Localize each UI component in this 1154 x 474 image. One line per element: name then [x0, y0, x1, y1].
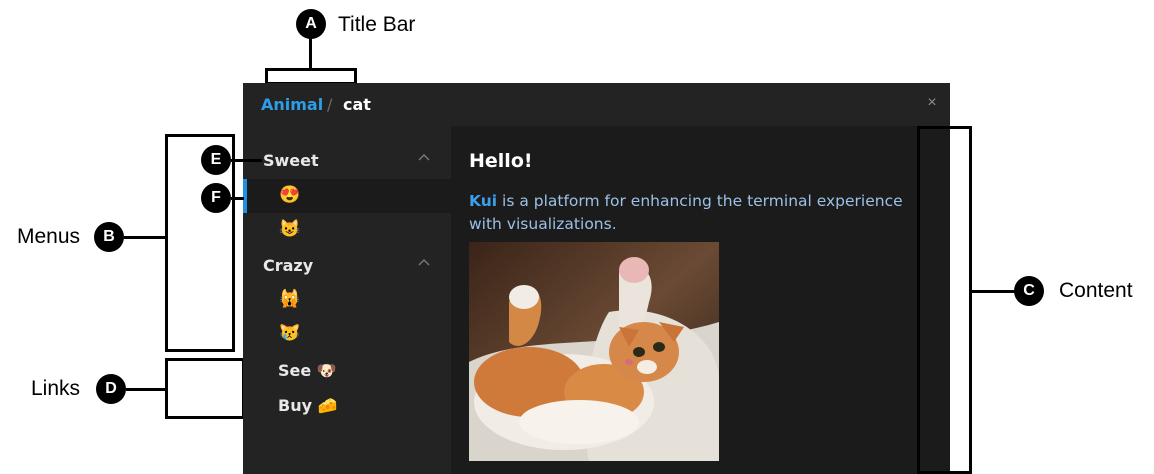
- annotation-label-menus: Menus: [17, 225, 81, 248]
- sidebar-menus: Sweet 😍 😺 Crazy 🙀 😿 See 🐶 Buy 🧀: [243, 126, 451, 474]
- annotation-connector-b: [124, 236, 167, 239]
- annotation-label-title-bar: Title Bar: [338, 13, 416, 36]
- link-buy[interactable]: Buy 🧀: [278, 396, 338, 422]
- annotation-badge-b: B: [94, 222, 124, 252]
- breadcrumb-root-link[interactable]: Animal: [261, 95, 323, 114]
- link-see-text: See: [278, 361, 312, 380]
- menu-group-label: Sweet: [263, 151, 319, 170]
- annotation-badge-c: C: [1014, 276, 1044, 306]
- annotation-connector-e: [231, 159, 262, 162]
- annotation-label-content: Content: [1059, 279, 1133, 302]
- annotation-box-links: [165, 358, 245, 419]
- menu-item-heart-eyes-cat[interactable]: 😍: [243, 179, 451, 213]
- annotation-badge-f: F: [201, 183, 231, 213]
- brand-name: Kui: [469, 192, 498, 210]
- menu-group-label: Crazy: [263, 256, 314, 275]
- chevron-up-icon: [418, 259, 430, 266]
- link-see[interactable]: See 🐶: [278, 361, 337, 387]
- annotation-connector-c: [970, 290, 1015, 293]
- menu-group-sweet[interactable]: Sweet: [263, 147, 431, 173]
- annotation-badge-e: E: [201, 145, 231, 175]
- annotation-connector-d: [126, 388, 167, 391]
- breadcrumb-current: cat: [343, 95, 371, 114]
- title-bar: Animal / cat ×: [243, 83, 950, 126]
- app-window: Animal / cat × Sweet 😍 😺 Crazy 🙀 😿 See 🐶…: [243, 83, 950, 474]
- content-paragraph: Kui is a platform for enhancing the term…: [469, 190, 939, 236]
- weary-cat-icon: 🙀: [279, 289, 301, 308]
- annotation-badge-d: D: [96, 374, 126, 404]
- dog-icon: 🐶: [316, 361, 337, 380]
- content-text: is a platform for enhancing the terminal…: [469, 192, 903, 233]
- annotation-box-content: [917, 126, 972, 474]
- cheese-icon: 🧀: [317, 396, 338, 415]
- chevron-up-icon: [418, 154, 430, 161]
- close-icon[interactable]: ×: [922, 93, 942, 113]
- annotation-connector-a: [309, 38, 312, 69]
- menu-item-crying-cat[interactable]: 😿: [243, 317, 451, 351]
- heart-eyes-cat-icon: 😍: [279, 185, 301, 204]
- annotation-connector-f: [231, 197, 244, 200]
- active-indicator: [243, 179, 247, 213]
- menu-item-smiley-cat[interactable]: 😺: [243, 213, 451, 247]
- menu-item-weary-cat[interactable]: 🙀: [243, 283, 451, 317]
- breadcrumb-separator: /: [327, 95, 333, 114]
- menu-group-crazy[interactable]: Crazy: [263, 252, 431, 278]
- annotation-badge-a: A: [296, 9, 326, 39]
- content-pane: Hello! Kui is a platform for enhancing t…: [451, 126, 950, 474]
- crying-cat-icon: 😿: [279, 323, 301, 342]
- annotation-label-links: Links: [31, 377, 81, 400]
- content-title: Hello!: [469, 150, 533, 172]
- cat-photo: [469, 242, 719, 461]
- link-buy-text: Buy: [278, 396, 313, 415]
- smiley-cat-icon: 😺: [279, 219, 301, 238]
